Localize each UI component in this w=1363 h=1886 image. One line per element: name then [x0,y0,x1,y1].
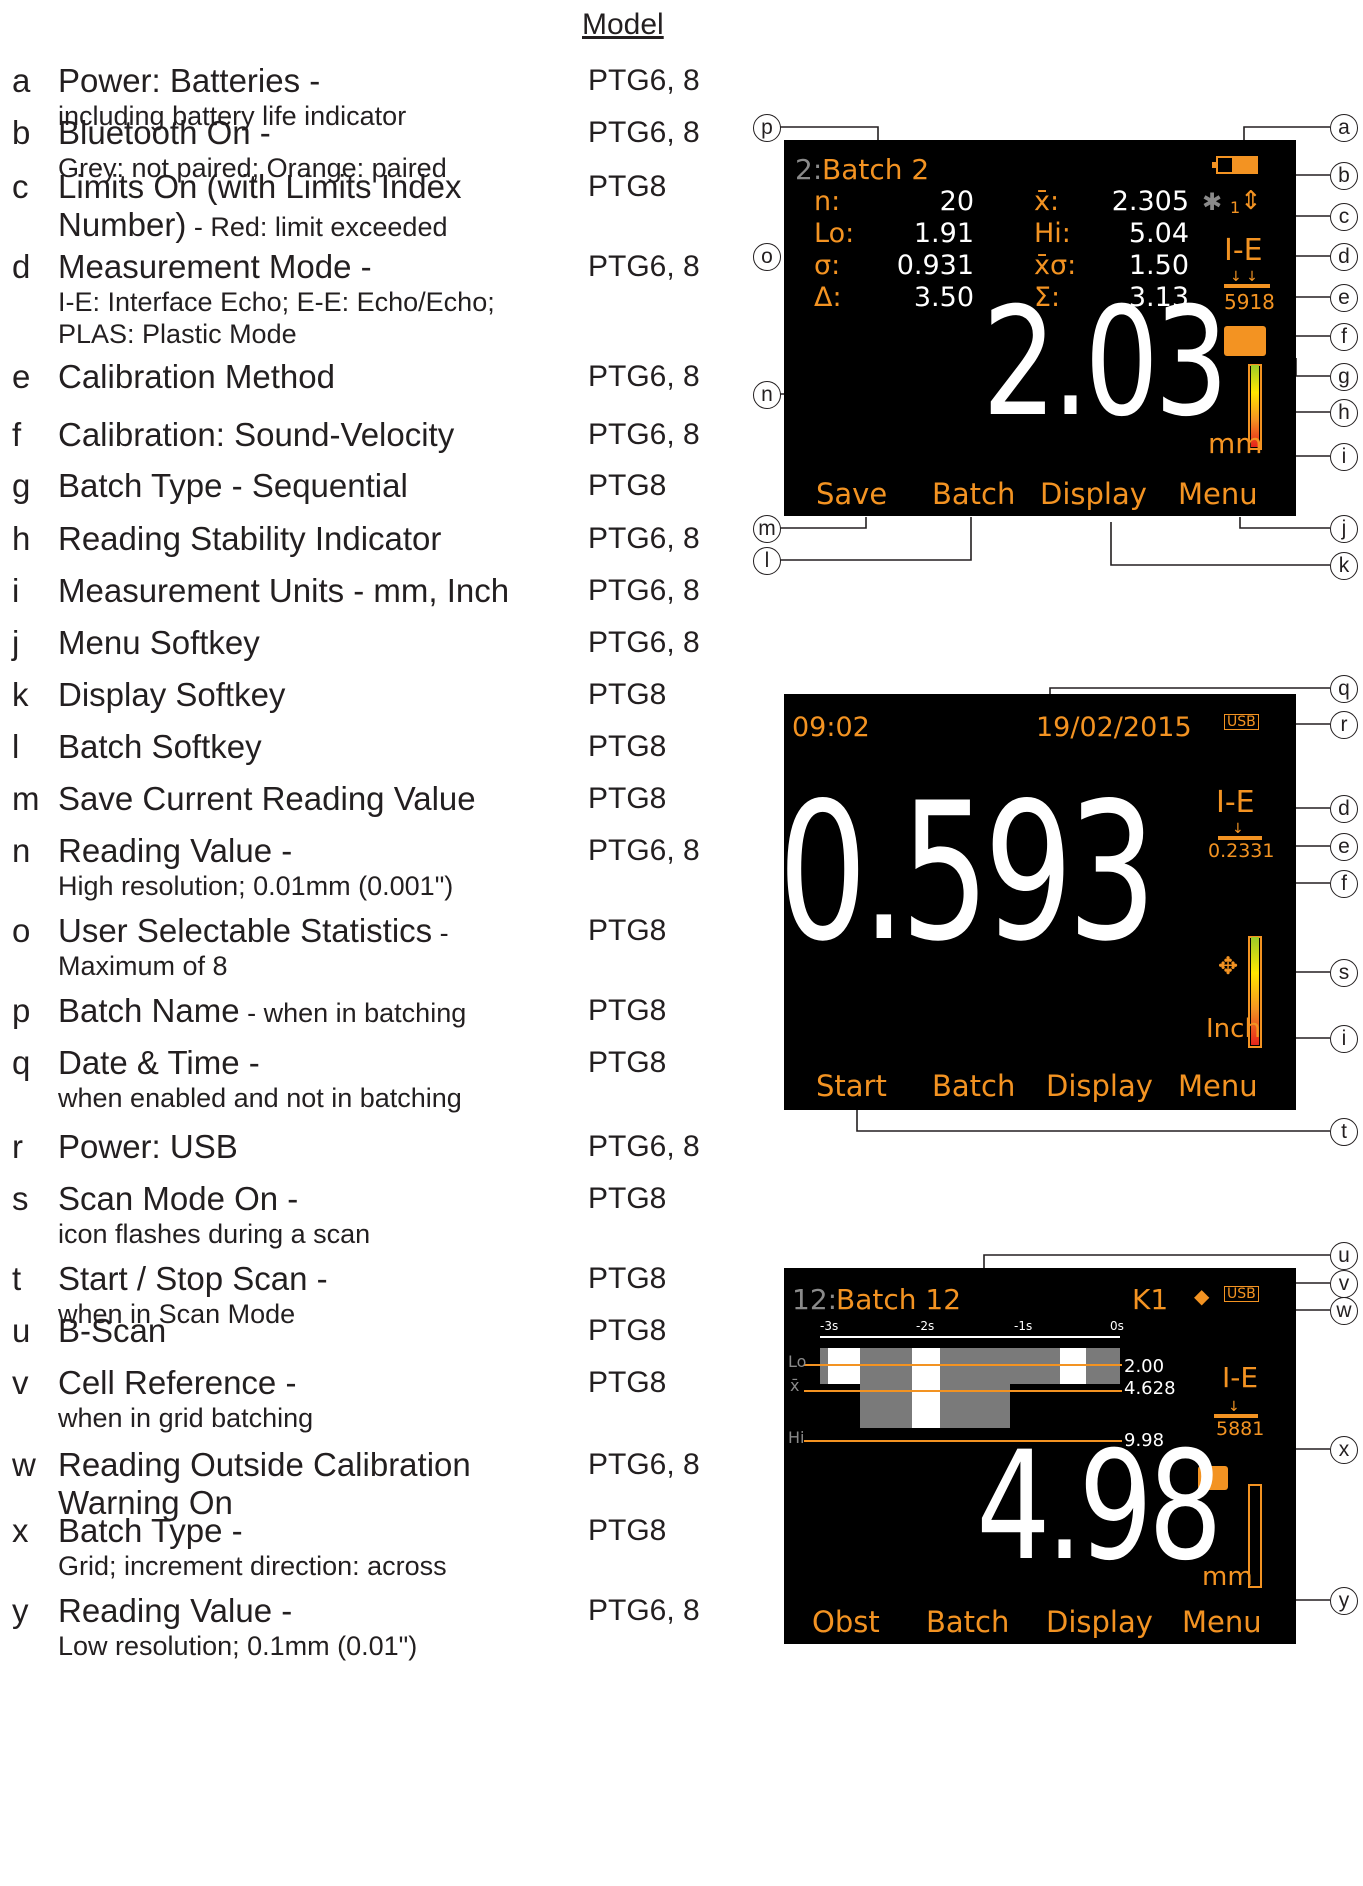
folder-icon [1224,326,1266,356]
batch-softkey[interactable]: Batch [932,1072,1015,1101]
calibration-warning-icon: ◆ [1194,1284,1210,1308]
callout-t: t [1330,1118,1358,1146]
callout-b: b [1330,162,1358,190]
reading-value: 2.03 [982,276,1228,450]
start-softkey[interactable]: Start [816,1072,887,1101]
scan-tick: -1s [1014,1319,1033,1333]
callout-f: f [1330,870,1358,898]
callout-e: e [1330,833,1358,861]
usb-power-icon: USB [1224,1286,1259,1302]
sound-velocity: 0.2331 [1208,840,1275,862]
usb-power-icon: USB [1224,714,1259,730]
menu-softkey[interactable]: Menu [1178,1072,1258,1101]
calibration-method-icon: ↓ [1218,822,1262,840]
batch-name: Batch 2 [822,153,930,186]
sound-velocity: 5918 [1224,290,1275,314]
cell-reference: K1 [1132,1283,1169,1316]
display-softkey[interactable]: Display [1040,480,1147,509]
stat-label: σ: [814,250,841,281]
measurement-mode: I-E [1216,785,1255,820]
callout-q: q [1330,675,1358,703]
callout-i: i [1330,443,1358,471]
reading-value: 4.98 [976,1420,1222,1594]
date: 19/02/2015 [1036,712,1192,743]
stat-label: Hi: [1034,218,1071,249]
callout-c: c [1330,203,1358,231]
batch-softkey[interactable]: Batch [926,1608,1009,1637]
battery-icon [1212,156,1258,174]
scan-mode-icon: ✥ [1218,952,1239,980]
callout-e: e [1330,284,1358,312]
scan-tick: 0s [1110,1319,1124,1333]
stat-label: Lo: [814,218,855,249]
callout-l: l [753,547,781,575]
menu-softkey[interactable]: Menu [1178,480,1258,509]
lo-value: 2.00 [1124,1356,1165,1377]
measurement-mode: I-E [1222,1361,1259,1394]
callout-o: o [753,243,781,271]
callout-i: i [1330,1025,1358,1053]
callout-m: m [753,515,781,543]
callout-v: v [1330,1270,1358,1298]
save-softkey[interactable]: Save [816,480,887,509]
callout-k: k [1330,552,1358,580]
callout-p: p [753,114,781,142]
obst-softkey[interactable]: Obst [812,1608,880,1637]
time: 09:02 [792,712,870,743]
reading-value: 0.593 [784,762,1157,983]
batch-name: Batch 12 [836,1283,962,1316]
display-screen-scan: 09:02 19/02/2015 USB I-E ↓ 0.2331 ✥ 0.59… [784,694,1296,1110]
callout-d: d [1330,795,1358,823]
callout-f: f [1330,323,1358,351]
callout-w: w [1330,1297,1358,1325]
stat-label: Δ: [814,282,842,313]
calibration-method-icon: ↓ [1214,1400,1258,1418]
batch-number: 2: [795,153,823,186]
limits-index: 1 [1230,198,1241,217]
callout-x: x [1330,1436,1358,1464]
measurement-mode: I-E [1224,233,1263,268]
menu-softkey[interactable]: Menu [1182,1608,1262,1637]
scan-tick: -2s [916,1319,935,1333]
mean-line-label: x̄ [790,1376,800,1395]
hi-line-label: Hi [788,1428,805,1447]
units: Inch [1206,1014,1261,1044]
callout-r: r [1330,711,1358,739]
units: mm [1208,427,1263,460]
callout-h: h [1330,399,1358,427]
lo-line-label: Lo [788,1352,807,1371]
callout-y: y [1330,1587,1358,1615]
mean-value: 4.628 [1124,1378,1176,1399]
callout-j: j [1330,515,1358,543]
callout-s: s [1330,959,1358,987]
display-softkey[interactable]: Display [1046,1072,1153,1101]
stat-label: n: [814,186,841,217]
display-screen-bscan: 12: Batch 12 K1 ◆ USB -3s -2s -1s 0s Lo … [784,1268,1296,1644]
sound-velocity: 5881 [1216,1418,1265,1440]
batch-softkey[interactable]: Batch [932,480,1015,509]
display-softkey[interactable]: Display [1046,1608,1153,1637]
callout-d: d [1330,243,1358,271]
callout-g: g [1330,363,1358,391]
stat-label: x̄: [1034,186,1060,217]
callout-a: a [1330,114,1358,142]
callout-u: u [1330,1242,1358,1270]
display-screen-batching: 2: Batch 2 n: 20 x̄: 2.305 Lo: 1.91 Hi: … [784,140,1296,516]
stat-label: x̄σ: [1034,250,1077,281]
units: mm [1202,1562,1253,1592]
bluetooth-icon: ✱ [1202,188,1223,216]
scan-tick: -3s [820,1319,839,1333]
limits-icon: ⇕ [1240,186,1262,216]
calibration-method-icon: ↓ ↓ [1224,270,1270,288]
callout-n: n [753,381,781,409]
batch-number: 12: [792,1283,838,1316]
